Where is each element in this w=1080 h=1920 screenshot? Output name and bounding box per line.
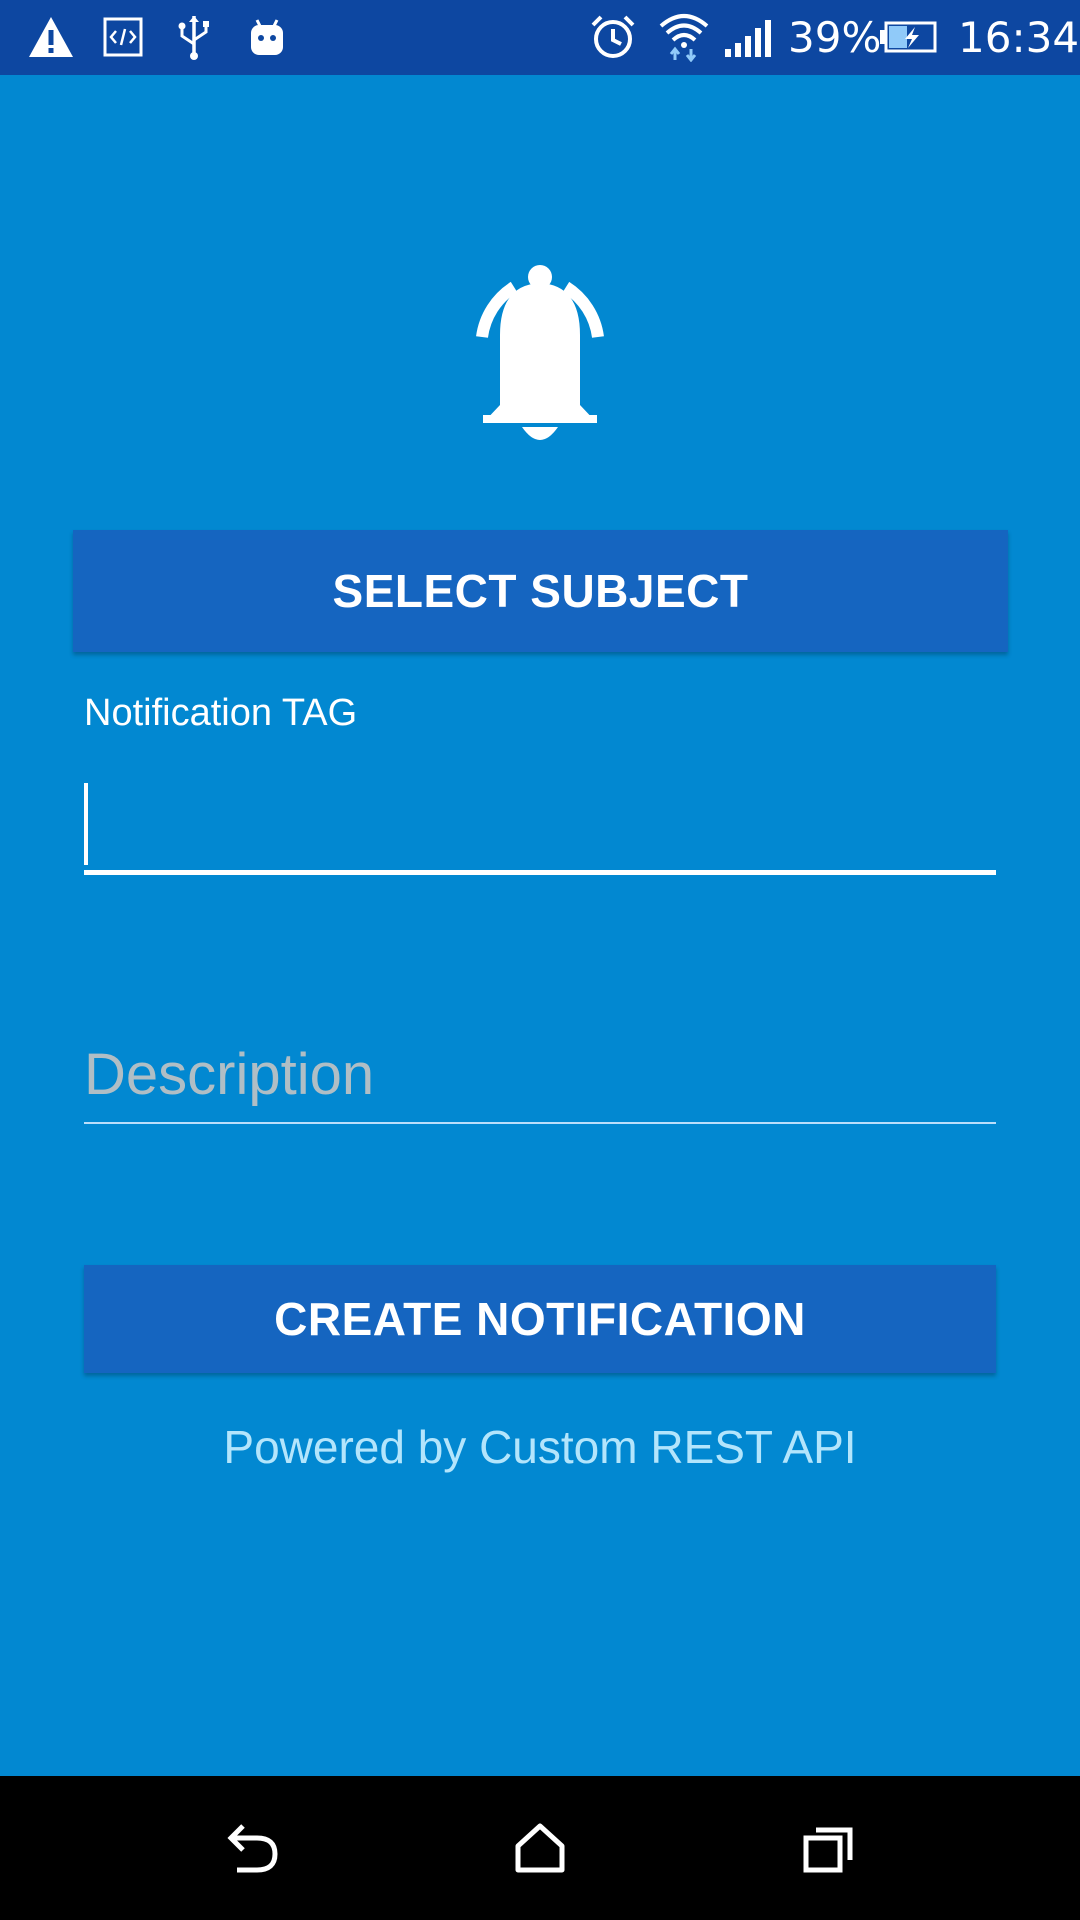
android-icon <box>246 12 288 62</box>
notification-tag-input[interactable] <box>84 775 996 875</box>
back-icon[interactable] <box>218 1813 288 1883</box>
description-input[interactable]: Description <box>84 1030 996 1124</box>
create-notification-button[interactable]: CREATE NOTIFICATION <box>84 1265 996 1373</box>
alarm-icon <box>588 12 638 62</box>
select-subject-button[interactable]: SELECT SUBJECT <box>73 530 1008 652</box>
description-placeholder: Description <box>84 1042 375 1107</box>
usb-icon <box>174 12 214 62</box>
screen: 39% 16:34 SELECT SUBJECT Notification TA… <box>0 0 1080 1920</box>
signal-icon <box>722 12 774 62</box>
battery-percent: 39% <box>788 13 882 62</box>
recents-icon[interactable] <box>793 1813 863 1883</box>
text-caret <box>84 783 88 865</box>
navigation-bar <box>0 1776 1080 1920</box>
wifi-icon <box>656 12 712 62</box>
powered-by-text: Powered by Custom REST API <box>223 1421 857 1473</box>
status-time: 16:34 <box>958 13 1080 62</box>
home-icon[interactable] <box>505 1813 575 1883</box>
battery-charging-icon <box>878 12 938 62</box>
status-bar: 39% 16:34 <box>0 0 1080 75</box>
bell-icon <box>440 255 640 455</box>
notification-tag-label: Notification TAG <box>84 692 358 734</box>
warning-icon <box>26 12 76 62</box>
code-icon <box>102 12 144 62</box>
